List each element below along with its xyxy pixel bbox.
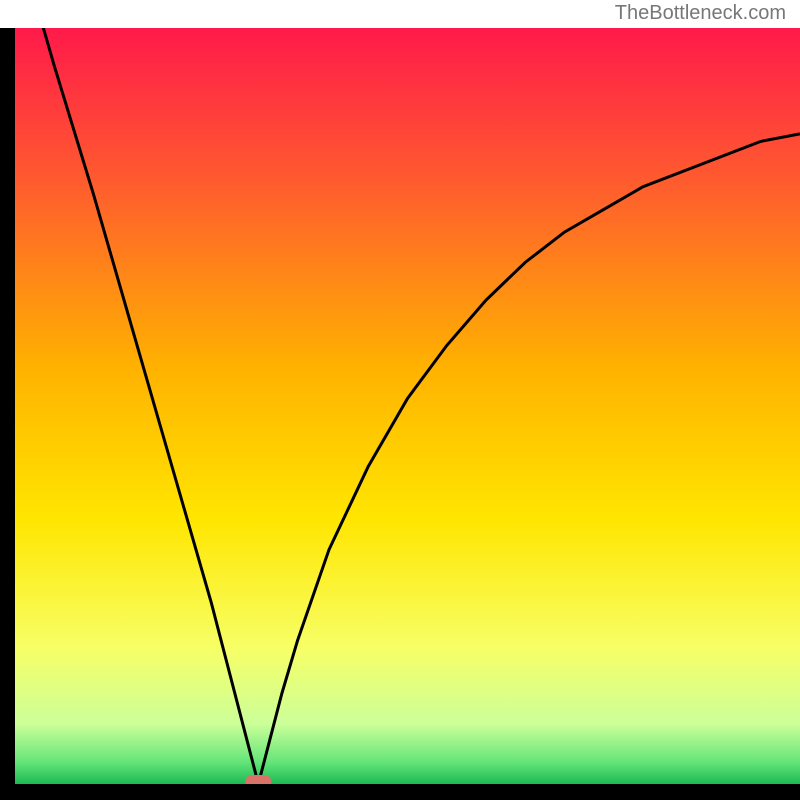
gradient-background [15, 28, 800, 784]
axis-left [0, 28, 15, 800]
bottleneck-chart: TheBottleneck.com [0, 0, 800, 800]
watermark-label: TheBottleneck.com [615, 2, 786, 25]
axis-bottom [0, 784, 800, 800]
chart-canvas [0, 0, 800, 800]
